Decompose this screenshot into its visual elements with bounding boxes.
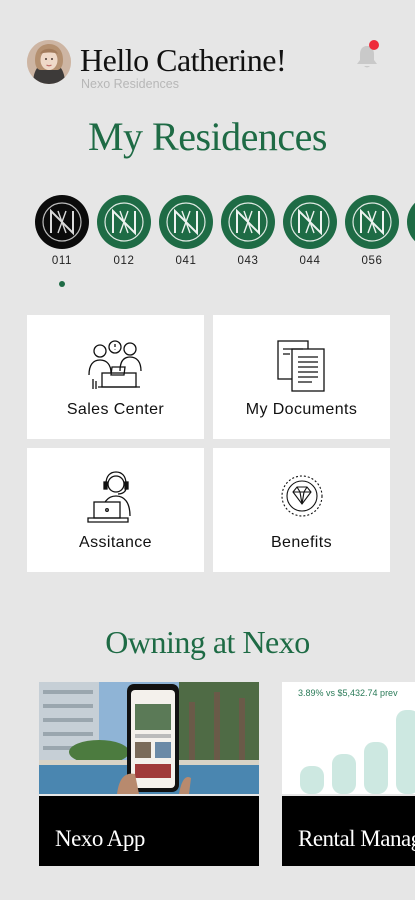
residence-label: 011: [51, 255, 73, 267]
my-documents-tile[interactable]: My Documents: [213, 315, 390, 439]
residence-label: 012: [113, 255, 135, 267]
residence-item-056[interactable]: 056: [345, 195, 399, 267]
assistance-tile[interactable]: Assitance: [27, 448, 204, 572]
residence-item-011[interactable]: 011: [35, 195, 89, 267]
my-documents-label: My Documents: [245, 401, 358, 418]
residence-label: 044: [299, 255, 321, 267]
benefits-label: Benefits: [270, 534, 332, 551]
residence-logo-icon: [283, 195, 337, 249]
rental-chart-image: 3.89% vs $5,432.74 prev: [282, 682, 415, 794]
notification-dot: [369, 40, 379, 50]
residence-item-041[interactable]: 041: [159, 195, 213, 267]
benefits-tile[interactable]: Benefits: [213, 448, 390, 572]
greeting: Hello Catherine!: [80, 42, 287, 78]
active-indicator: [59, 281, 65, 287]
documents-icon: [213, 337, 390, 395]
residence-item-partial[interactable]: [407, 195, 415, 249]
rental-stat: 3.89% vs $5,432.74 prev: [298, 688, 398, 698]
nexo-app-label: Nexo App: [55, 826, 145, 851]
residence-item-043[interactable]: 043: [221, 195, 275, 267]
assistance-label: Assitance: [79, 534, 152, 551]
sales-center-tile[interactable]: Sales Center: [27, 315, 204, 439]
avatar[interactable]: [27, 40, 71, 84]
residence-logo-icon: [345, 195, 399, 249]
subtitle: Nexo Residences: [81, 77, 179, 91]
residence-logo-icon: [35, 195, 89, 249]
residences-title: My Residences: [87, 114, 328, 159]
residence-label: 043: [237, 255, 259, 267]
assistance-icon: [27, 470, 204, 528]
nexo-app-image: [39, 682, 259, 794]
rental-management-label: Rental Manag: [298, 826, 415, 851]
residence-label: 056: [361, 255, 383, 267]
nexo-app-caption: Nexo App: [39, 796, 259, 866]
residence-logo-icon: [97, 195, 151, 249]
residences-carousel[interactable]: 011 012 041 043 044 056: [0, 195, 415, 295]
sales-center-icon: [27, 337, 204, 395]
owning-title: Owning at Nexo: [105, 624, 310, 660]
benefits-icon: [213, 470, 390, 528]
residence-label: 041: [175, 255, 197, 267]
rental-management-caption: Rental Manag: [282, 796, 415, 866]
residence-logo-icon: [221, 195, 275, 249]
sales-center-label: Sales Center: [66, 401, 165, 418]
residence-logo-icon: [407, 195, 415, 249]
nexo-app-card[interactable]: Nexo App: [39, 682, 259, 866]
residence-logo-icon: [159, 195, 213, 249]
rental-management-card[interactable]: 3.89% vs $5,432.74 prev Rental Manag: [282, 682, 415, 866]
residence-item-012[interactable]: 012: [97, 195, 151, 267]
header: Hello Catherine! Nexo Residences: [0, 0, 415, 100]
residence-item-044[interactable]: 044: [283, 195, 337, 267]
